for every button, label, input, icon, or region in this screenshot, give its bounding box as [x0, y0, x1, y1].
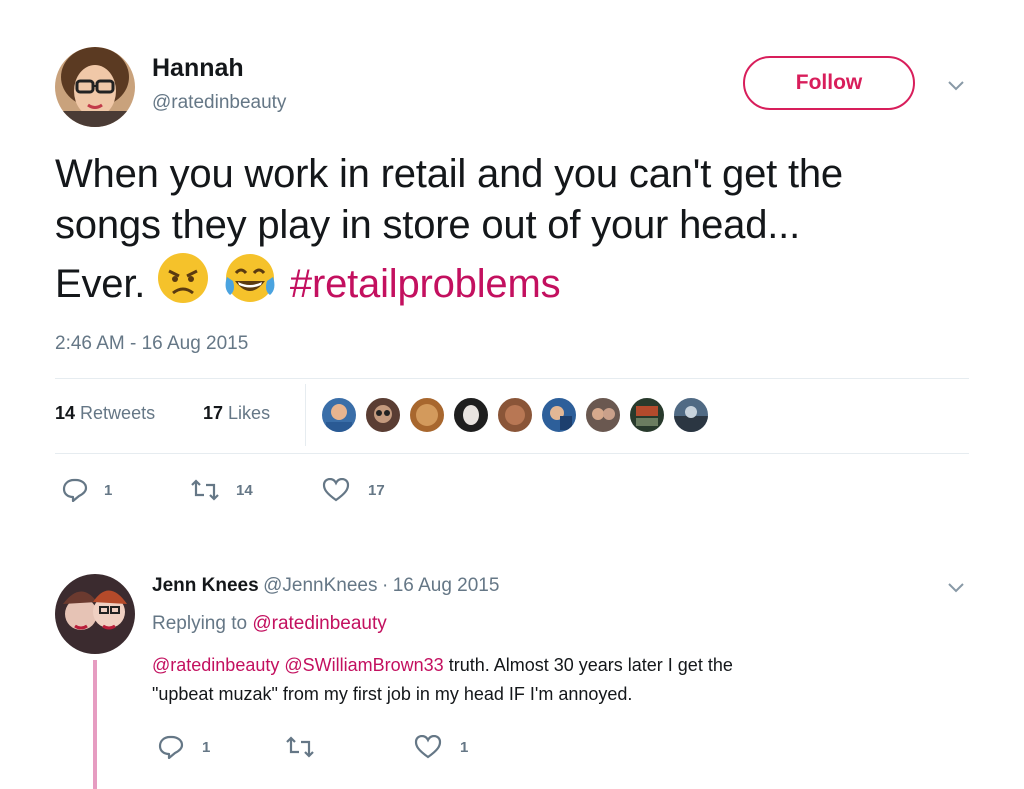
chevron-down-icon[interactable] [946, 580, 966, 594]
liker-avatar[interactable] [452, 396, 490, 434]
liker-avatar[interactable] [408, 396, 446, 434]
reply-text-line-1: @ratedinbeauty @SWilliamBrown33 truth. A… [152, 651, 952, 680]
retweets-stat[interactable]: 14 Retweets [55, 403, 155, 424]
tweet-timestamp[interactable]: 2:46 AM - 16 Aug 2015 [55, 333, 248, 355]
retweet-icon [191, 479, 219, 501]
liker-avatar[interactable] [320, 396, 358, 434]
liker-avatar[interactable] [540, 396, 578, 434]
tweet-text-line-2: songs they play in store out of your hea… [55, 203, 800, 247]
retweet-icon [286, 736, 314, 758]
like-count: 17 [368, 482, 385, 499]
liker-avatar[interactable] [672, 396, 710, 434]
liker-avatar[interactable] [364, 396, 402, 434]
tears-of-joy-emoji [221, 251, 279, 318]
replying-to-prefix: Replying to [152, 613, 248, 634]
reply-reply-count: 1 [202, 739, 211, 756]
mention-link[interactable]: @ratedinbeauty [152, 655, 279, 675]
likes-count: 17 [203, 403, 224, 423]
tweet-text-ever: Ever. [55, 262, 146, 306]
liker-avatar[interactable] [628, 396, 666, 434]
retweets-count: 14 [55, 403, 76, 423]
liker-avatars [320, 396, 750, 436]
author-handle[interactable]: @ratedinbeauty [152, 92, 286, 114]
retweet-count: 14 [236, 482, 253, 499]
hashtag-link[interactable]: #retailproblems [290, 262, 561, 306]
author-name[interactable]: Hannah [152, 54, 244, 83]
tweet-text-line-1: When you work in retail and you can't ge… [55, 152, 843, 196]
divider-vertical [305, 384, 306, 446]
reply-author-handle[interactable]: @JennKnees [263, 575, 377, 596]
reply-text: @ratedinbeauty @SWilliamBrown33 truth. A… [152, 651, 952, 709]
chevron-down-icon[interactable] [946, 78, 966, 92]
thread-line [93, 660, 97, 789]
liker-avatar[interactable] [496, 396, 534, 434]
replying-to-line: Replying to @ratedinbeauty [152, 613, 387, 635]
reply-text-line-2: "upbeat muzak" from my first job in my h… [152, 684, 633, 704]
tweet-text-line-3: Ever. #retailproblems [55, 251, 995, 318]
divider [55, 453, 969, 454]
reply-separator: · [381, 575, 389, 596]
replying-to-link[interactable]: @ratedinbeauty [252, 613, 386, 634]
likes-stat[interactable]: 17 Likes [203, 403, 270, 424]
heart-icon [414, 735, 442, 759]
mention-link[interactable]: @SWilliamBrown33 [284, 655, 443, 675]
retweets-label: Retweets [80, 403, 156, 423]
reply-text-rest: truth. Almost 30 years later I get the [448, 655, 733, 675]
reply-author-name[interactable]: Jenn Knees [152, 575, 259, 596]
reply-author-avatar[interactable] [55, 574, 135, 654]
liker-avatar[interactable] [584, 396, 622, 434]
reply-header: Jenn Knees @JennKnees · 16 Aug 2015 [152, 575, 499, 597]
tweet-text: When you work in retail and you can't ge… [55, 149, 995, 318]
reply-icon [158, 735, 184, 759]
author-avatar[interactable] [55, 47, 135, 127]
divider [55, 378, 969, 379]
reply-like-count: 1 [460, 739, 469, 756]
likes-label: Likes [228, 403, 271, 423]
heart-icon [322, 478, 350, 502]
angry-emoji [156, 251, 210, 318]
reply-count: 1 [104, 482, 113, 499]
reply-icon [62, 478, 88, 502]
reply-date[interactable]: 16 Aug 2015 [393, 575, 500, 596]
follow-button[interactable]: Follow [743, 56, 915, 110]
